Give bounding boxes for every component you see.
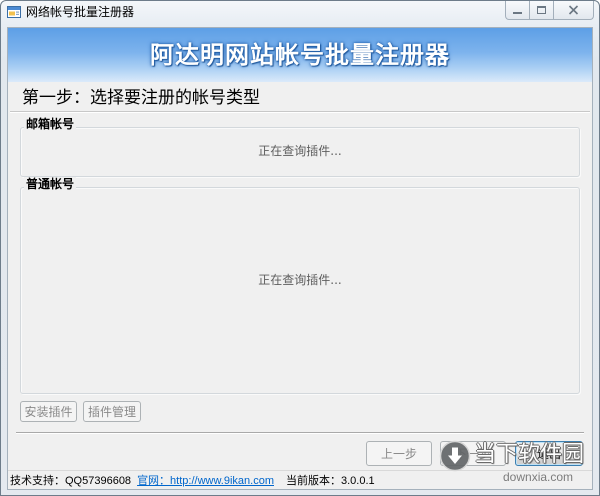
banner: 阿达明网站帐号批量注册器 — [8, 28, 592, 82]
maximize-button[interactable] — [530, 1, 554, 20]
client-area: 阿达明网站帐号批量注册器 第一步：选择要注册的帐号类型 邮箱帐号 正在查询插件.… — [8, 28, 592, 489]
group-status: 正在查询插件... — [258, 273, 342, 287]
group-label: 普通帐号 — [24, 177, 77, 191]
maximize-icon — [537, 6, 546, 14]
close-button[interactable] — [554, 1, 594, 20]
prev-step-button[interactable]: 上一步 — [366, 441, 432, 466]
version-text: 当前版本：3.0.0.1 — [286, 475, 375, 487]
group-status: 正在查询插件... — [258, 144, 342, 158]
exit-button[interactable]: 退出 — [515, 441, 583, 466]
title-bar[interactable]: 网络帐号批量注册器 — [1, 1, 599, 28]
minimize-button[interactable] — [505, 1, 530, 20]
website-link[interactable]: 官网：http://www.9ikan.com — [137, 472, 274, 488]
app-icon[interactable] — [6, 4, 22, 20]
group-label: 邮箱帐号 — [24, 117, 77, 131]
manage-plugins-button[interactable]: 插件管理 — [83, 401, 141, 422]
heading-divider — [10, 111, 590, 113]
caption-buttons — [505, 1, 594, 20]
close-icon — [568, 5, 579, 15]
next-step-button[interactable]: 下一步 — [440, 441, 506, 466]
minimize-icon — [513, 12, 522, 14]
tech-support-text: 技术支持：QQ57396608 — [10, 475, 132, 487]
window-title: 网络帐号批量注册器 — [26, 5, 135, 19]
regular-accounts-group: 普通帐号 正在查询插件... — [20, 177, 580, 394]
banner-title: 阿达明网站帐号批量注册器 — [150, 41, 450, 69]
install-plugin-button[interactable]: 安装插件 — [20, 401, 77, 422]
footer-divider — [16, 432, 584, 434]
email-accounts-group: 邮箱帐号 正在查询插件... — [20, 117, 580, 177]
status-bar: 技术支持：QQ57396608 官网：http://www.9ikan.com … — [8, 470, 592, 489]
step-heading: 第一步：选择要注册的帐号类型 — [22, 88, 260, 108]
app-window: 网络帐号批量注册器 阿达明网站帐号批量注册器 第一步：选择要注册的帐号类型 邮箱… — [0, 0, 600, 496]
